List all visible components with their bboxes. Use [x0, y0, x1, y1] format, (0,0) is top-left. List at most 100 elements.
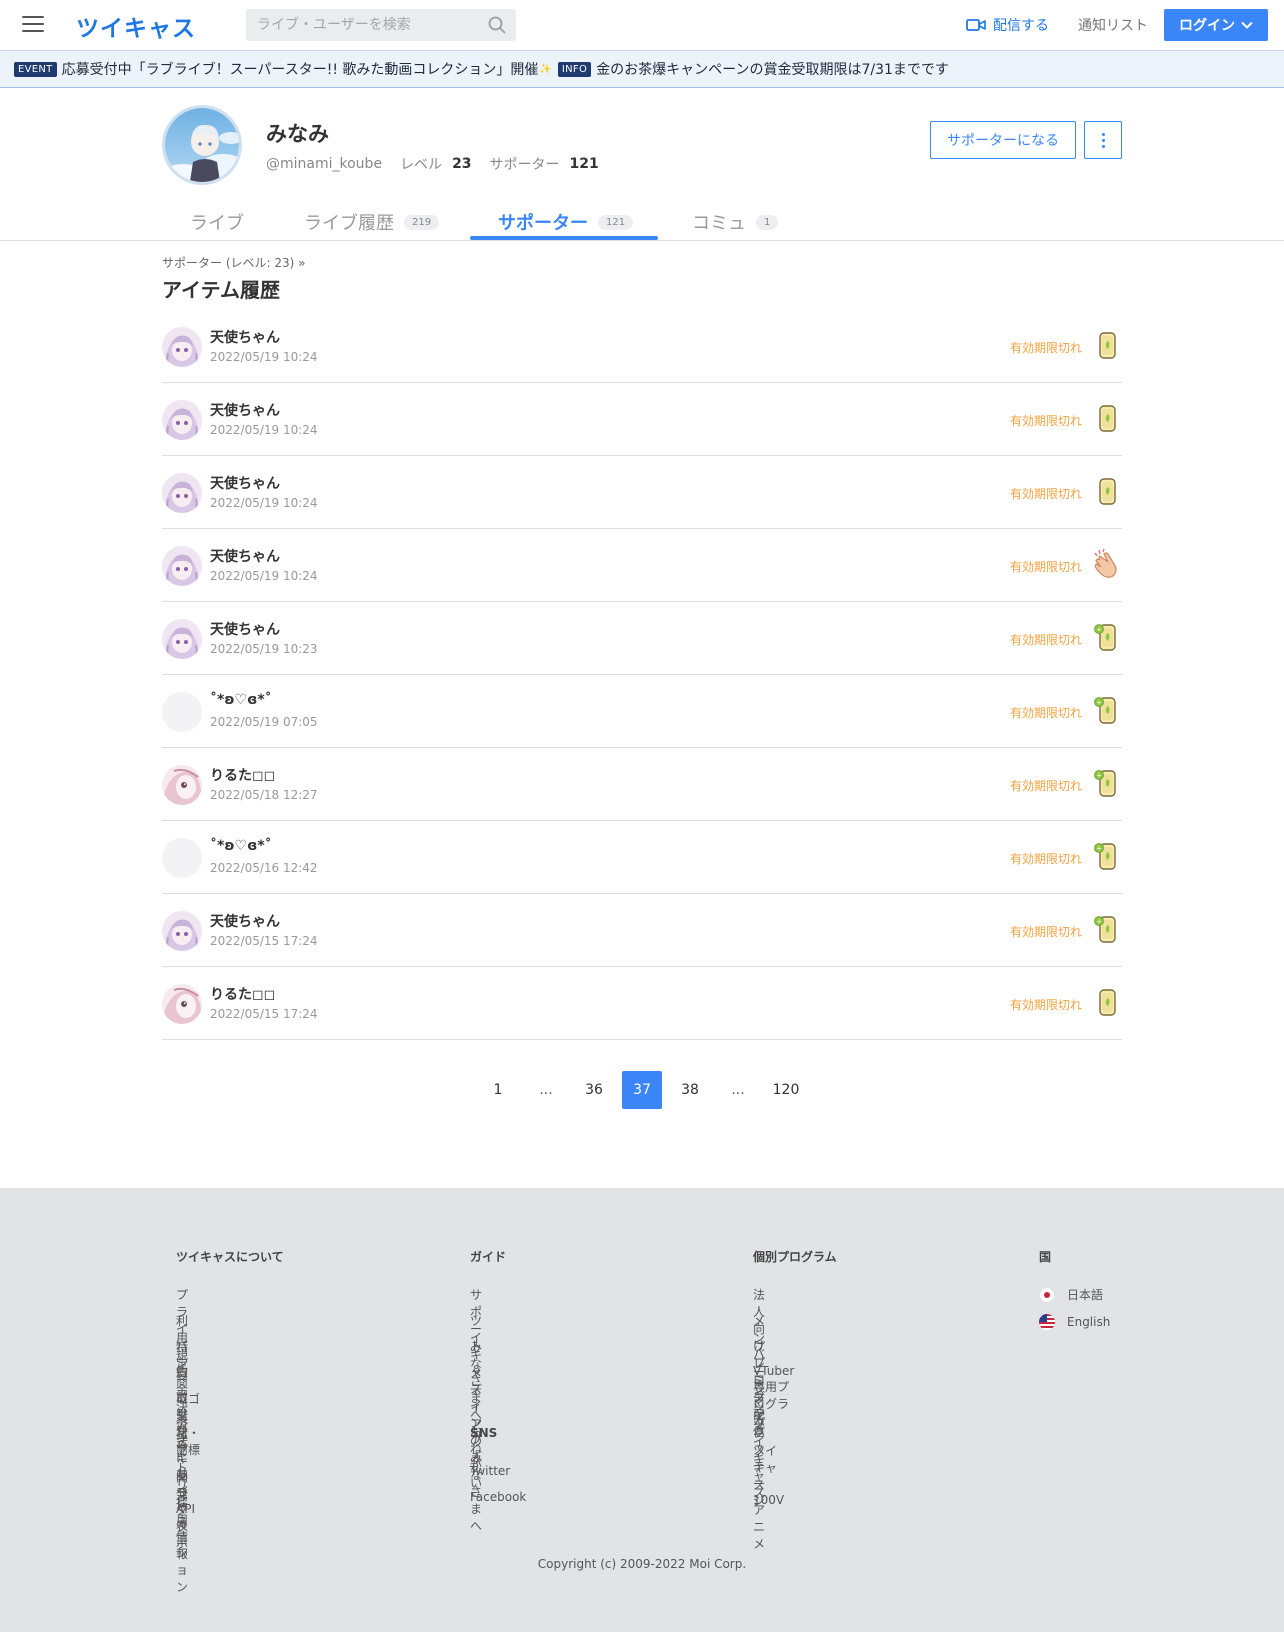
tab-count-badge: 121	[598, 214, 634, 230]
clap-item-icon	[1092, 548, 1120, 580]
tab-count-badge: 1	[756, 214, 779, 230]
supporter-label: サポーター	[489, 157, 560, 173]
footer-link[interactable]: Facebook	[470, 1490, 526, 1504]
footer-link[interactable]: 採用情報	[176, 1494, 188, 1562]
item-history-row: 天使ちゃん 2022/05/19 10:23 有効期限切れ +	[162, 602, 1122, 675]
site-logo[interactable]: ツイキャス	[76, 9, 196, 43]
user-name[interactable]: りるた◻◻	[210, 765, 275, 785]
login-button[interactable]: ログイン	[1164, 9, 1268, 41]
info-badge: INFO	[557, 61, 592, 77]
item-history-row: 天使ちゃん 2022/05/19 10:24 有効期限切れ	[162, 310, 1122, 383]
breadcrumb[interactable]: サポーター (レベル: 23) »	[162, 254, 305, 271]
item-history-row: ˚*ʚ♡ɞ*˚ 2022/05/16 12:42 有効期限切れ +	[162, 821, 1122, 894]
user-name[interactable]: 天使ちゃん	[210, 473, 280, 493]
profile-avatar[interactable]	[162, 105, 242, 185]
level-value: 23	[452, 156, 472, 172]
footer-heading-sns: SNS	[470, 1426, 498, 1440]
tab-live[interactable]: ライブ	[190, 204, 244, 240]
kebab-dot	[1102, 145, 1105, 148]
login-label: ログイン	[1179, 18, 1235, 34]
page-link[interactable]: 36	[574, 1071, 614, 1109]
item-history-row: りるた◻◻ 2022/05/15 17:24 有効期限切れ	[162, 967, 1122, 1040]
tab-label: ライブ	[190, 213, 244, 234]
user-name[interactable]: ˚*ʚ♡ɞ*˚	[210, 692, 272, 708]
footer-heading-programs: 個別プログラム	[753, 1250, 837, 1264]
broadcast-button[interactable]: 配信する	[966, 15, 1049, 35]
level-label: レベル	[400, 157, 443, 173]
user-name[interactable]: 天使ちゃん	[210, 619, 280, 639]
search-icon[interactable]	[488, 16, 506, 34]
tab-supporter[interactable]: サポーター 121	[498, 204, 634, 240]
become-supporter-button[interactable]: サポーターになる	[930, 121, 1076, 159]
menu-icon[interactable]	[22, 16, 44, 33]
user-avatar[interactable]	[162, 692, 202, 732]
user-avatar[interactable]	[162, 838, 202, 878]
svg-text:+: +	[1096, 626, 1102, 634]
pagination-ellipsis: ...	[731, 1082, 745, 1098]
svg-text:+: +	[1096, 845, 1102, 853]
announcement-info[interactable]: INFO 金のお茶爆キャンペーンの賞金受取期限は7/31までです	[557, 59, 949, 79]
footer-link[interactable]: メディアのみなさまへ	[470, 1364, 482, 1534]
status-label: 有効期限切れ	[1009, 487, 1082, 501]
announcement-text: 金のお茶爆キャンペーンの賞金受取期限は7/31までです	[596, 62, 949, 78]
tab-community[interactable]: コミュ 1	[692, 204, 779, 240]
user-name[interactable]: ˚*ʚ♡ɞ*˚	[210, 838, 272, 854]
user-avatar[interactable]	[162, 911, 202, 951]
search-input[interactable]	[246, 9, 476, 41]
user-avatar[interactable]	[162, 473, 202, 513]
footer-link[interactable]: ツイキャス100V	[753, 1442, 784, 1507]
us-flag-icon	[1039, 1314, 1055, 1330]
footer-heading-country: 国	[1039, 1250, 1052, 1264]
status-label: 有効期限切れ	[1009, 414, 1082, 428]
tabs-divider	[0, 240, 1284, 241]
timestamp: 2022/05/19 10:23	[210, 642, 318, 656]
user-name[interactable]: 天使ちゃん	[210, 911, 280, 931]
user-avatar[interactable]	[162, 619, 202, 659]
user-avatar[interactable]	[162, 765, 202, 805]
item-history-row: 天使ちゃん 2022/05/19 10:24 有効期限切れ	[162, 529, 1122, 602]
announcement-bar: EVENT 応募受付中「ラブライブ！スーパースター!! 歌みた動画コレクション」…	[0, 50, 1284, 88]
item-history-row: 天使ちゃん 2022/05/15 17:24 有効期限切れ +	[162, 894, 1122, 967]
chevron-down-icon	[1241, 21, 1253, 29]
page-link[interactable]: 120	[766, 1071, 806, 1109]
status-label: 有効期限切れ	[1009, 852, 1082, 866]
page-link[interactable]: 38	[670, 1071, 710, 1109]
user-avatar[interactable]	[162, 546, 202, 586]
user-avatar[interactable]	[162, 984, 202, 1024]
timestamp: 2022/05/16 12:42	[210, 861, 318, 875]
user-avatar[interactable]	[162, 327, 202, 367]
language-japanese[interactable]: 日本語	[1039, 1286, 1103, 1303]
top-header: ツイキャス 配信する 通知リスト ログイン	[0, 0, 1284, 50]
video-camera-icon	[966, 19, 986, 31]
supporter-count: 121	[569, 156, 599, 172]
timestamp: 2022/05/19 10:24	[210, 496, 318, 510]
timestamp: 2022/05/19 10:24	[210, 423, 318, 437]
notification-list-link[interactable]: 通知リスト	[1078, 15, 1148, 35]
page-link[interactable]: 1	[478, 1071, 518, 1109]
language-english[interactable]: English	[1039, 1314, 1110, 1330]
tab-count-badge: 219	[404, 214, 440, 230]
footer-link[interactable]: Twitter	[470, 1464, 510, 1478]
user-avatar[interactable]	[162, 400, 202, 440]
announcement-event[interactable]: EVENT 応募受付中「ラブライブ！スーパースター!! 歌みた動画コレクション」…	[14, 59, 552, 79]
user-name[interactable]: 天使ちゃん	[210, 400, 280, 420]
status-label: 有効期限切れ	[1009, 779, 1082, 793]
timestamp: 2022/05/19 07:05	[210, 715, 318, 729]
language-label: 日本語	[1067, 1288, 1104, 1302]
tea-item-icon	[1092, 329, 1120, 361]
event-badge: EVENT	[14, 61, 57, 77]
timestamp: 2022/05/19 10:24	[210, 350, 318, 364]
user-name[interactable]: 天使ちゃん	[210, 546, 280, 566]
page-link[interactable]: 37	[622, 1071, 662, 1109]
svg-text:+: +	[1096, 772, 1102, 780]
item-history-row: 天使ちゃん 2022/05/19 10:24 有効期限切れ	[162, 456, 1122, 529]
tab-label: ライブ履歴	[304, 213, 394, 234]
user-name[interactable]: りるた◻◻	[210, 984, 275, 1004]
tab-live-history[interactable]: ライブ履歴 219	[304, 204, 440, 240]
svg-text:+: +	[1096, 699, 1102, 707]
more-options-button[interactable]	[1084, 121, 1122, 159]
tab-label: コミュ	[692, 213, 746, 234]
timestamp: 2022/05/15 17:24	[210, 1007, 318, 1021]
user-name[interactable]: 天使ちゃん	[210, 327, 280, 347]
broadcast-label: 配信する	[993, 18, 1049, 34]
